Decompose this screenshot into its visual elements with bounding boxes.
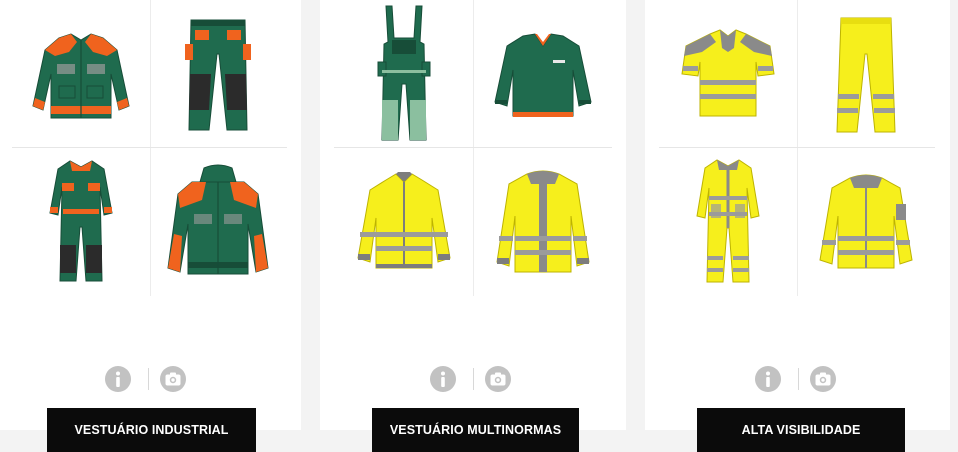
- garment-polo-shirt: [659, 0, 797, 147]
- garment-trousers: [797, 0, 935, 147]
- info-icon[interactable]: [105, 366, 131, 392]
- coverall-icon: [49, 159, 113, 281]
- category-card-industrial: [0, 0, 301, 430]
- bib-overall-icon: [377, 5, 430, 140]
- camera-icon[interactable]: [485, 366, 511, 392]
- hooded-jacket-icon: [167, 164, 269, 274]
- category-card-multinormas: [320, 0, 626, 430]
- coverall-icon: [696, 158, 760, 282]
- garment-grid: [12, 0, 287, 296]
- card-actions: [0, 366, 301, 394]
- card-actions: [320, 366, 626, 394]
- garment-shirt: [334, 148, 473, 295]
- garment-bib-overall: [334, 0, 473, 147]
- divider: [473, 368, 474, 390]
- category-card-alta-visibilidade: [645, 0, 950, 430]
- camera-icon[interactable]: [160, 366, 186, 392]
- polo-shirt-icon: [681, 28, 775, 116]
- category-button-alta-visibilidade[interactable]: ALTA VISIBILIDADE: [697, 408, 905, 452]
- garment-hooded-jacket: [150, 148, 288, 295]
- camera-icon[interactable]: [810, 366, 836, 392]
- garment-trousers: [150, 0, 288, 147]
- jacket-icon: [819, 174, 913, 268]
- divider: [798, 368, 799, 390]
- product-category-page: VESTUÁRIO INDUSTRIAL VESTUÁRIO MULTINORM…: [0, 0, 958, 452]
- jacket-icon: [495, 170, 590, 272]
- garment-jacket: [797, 148, 935, 295]
- category-button-industrial[interactable]: VESTUÁRIO INDUSTRIAL: [47, 408, 256, 452]
- garment-jacket: [473, 148, 612, 295]
- garment-jacket: [12, 0, 150, 147]
- shirt-icon: [356, 171, 451, 268]
- garment-coverall: [12, 148, 150, 295]
- trousers-icon: [836, 17, 896, 132]
- garment-grid: [659, 0, 935, 296]
- garment-sweater: [473, 0, 612, 147]
- garment-coverall: [659, 148, 797, 295]
- garment-grid: [334, 0, 612, 296]
- info-icon[interactable]: [430, 366, 456, 392]
- card-actions: [645, 366, 950, 394]
- info-icon[interactable]: [755, 366, 781, 392]
- sweater-icon: [493, 32, 592, 117]
- jacket-icon: [32, 32, 130, 118]
- trousers-icon: [185, 19, 252, 130]
- divider: [148, 368, 149, 390]
- category-button-multinormas[interactable]: VESTUÁRIO MULTINORMAS: [372, 408, 579, 452]
